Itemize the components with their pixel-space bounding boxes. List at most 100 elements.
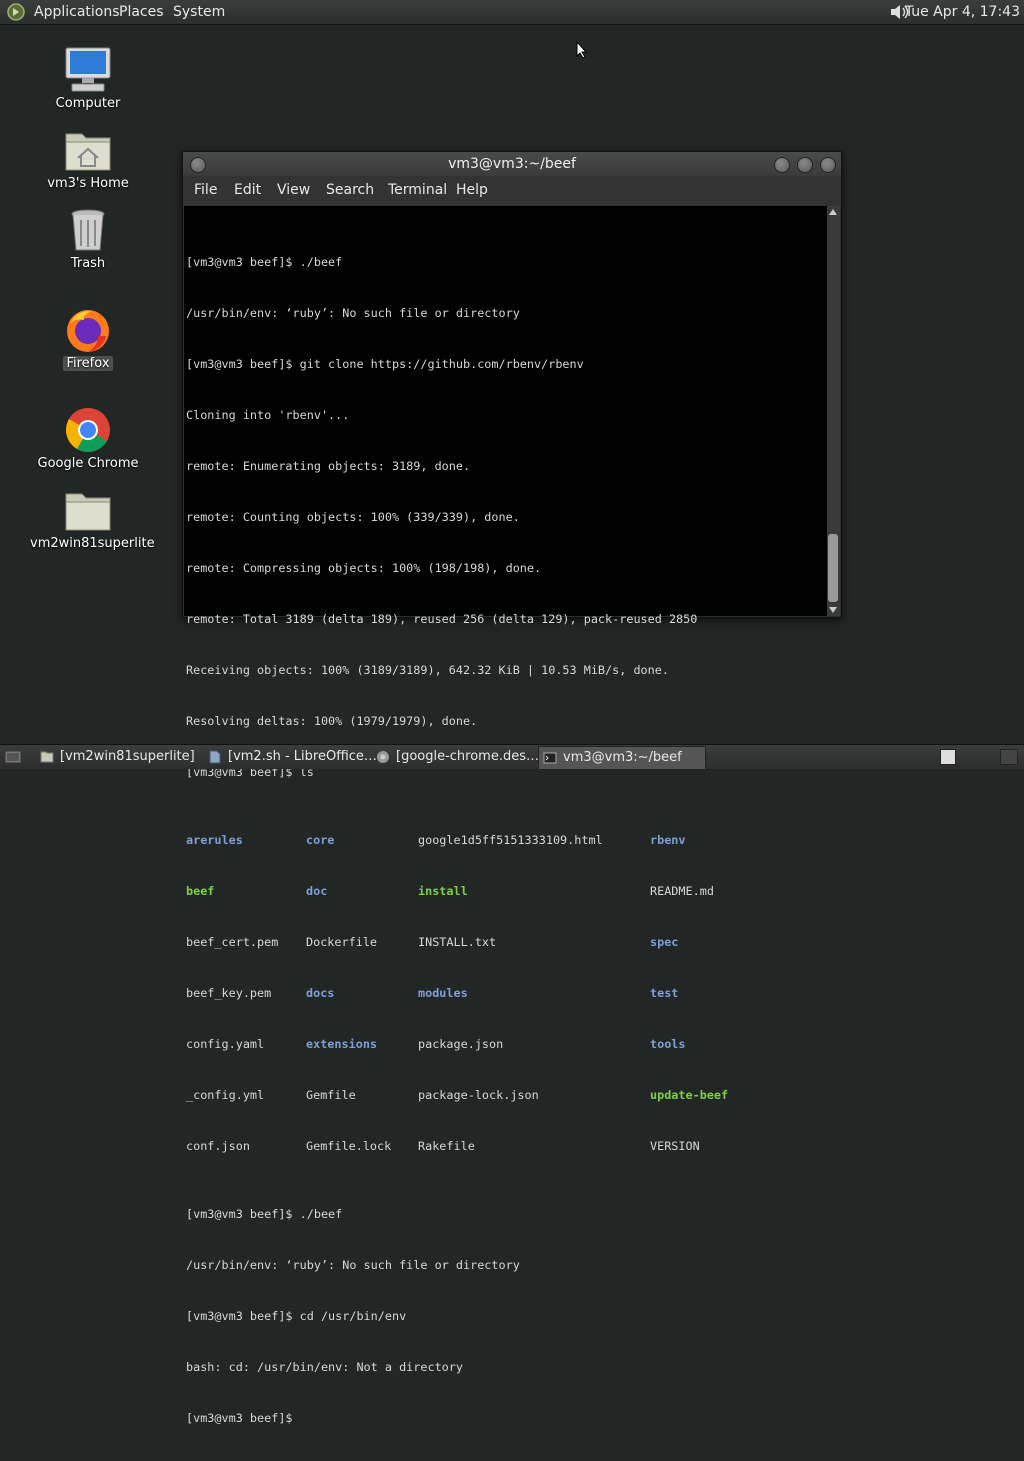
ls-entry: Rakefile [418,1139,475,1153]
ls-entry: INSTALL.txt [418,935,497,949]
ls-entry: beef_cert.pem [186,935,279,949]
ls-entry: _config.yml [186,1088,265,1102]
desktop-icon-trash[interactable]: Trash [28,206,148,271]
terminal-line: remote: Total 3189 (delta 189), reused 2… [186,612,698,626]
ls-entry: core [306,833,335,847]
menu-view[interactable]: View [277,182,310,198]
menu-file[interactable]: File [194,182,217,198]
scroll-down-arrow-icon[interactable] [829,607,837,613]
show-desktop-icon[interactable] [4,749,22,765]
menu-edit[interactable]: Edit [234,182,261,198]
ls-entry: package.json [418,1037,504,1051]
terminal-line: [vm3@vm3 beef]$ ./beef [186,255,343,269]
task-label: [google-chrome.des… [396,749,539,764]
ls-entry: docs [306,986,335,1000]
places-menu[interactable]: Places [119,3,164,21]
desktop-icon-home[interactable]: vm3's Home [28,126,148,191]
terminal-icon [543,752,557,764]
terminal-output[interactable]: [vm3@vm3 beef]$ ./beef /usr/bin/env: ‘ru… [184,206,827,1425]
ls-entry: test [650,986,679,1000]
terminal-line: [vm3@vm3 beef]$ git clone https://github… [186,357,584,371]
ls-row: beef_cert.pem Dockerfile INSTALL.txt spe… [186,934,697,951]
terminal-line: /usr/bin/env: ‘ruby’: No such file or di… [186,1258,520,1272]
desktop-icon-computer[interactable]: Computer [28,46,148,111]
menu-search[interactable]: Search [326,182,374,198]
terminal-line: remote: Counting objects: 100% (339/339)… [186,510,520,524]
ls-entry: Dockerfile [306,935,378,949]
ls-entry: beef_key.pem [186,986,272,1000]
desktop-icon-label: Google Chrome [37,456,139,471]
ls-entry: README.md [650,884,714,898]
ls-row: _config.yml Gemfile package-lock.json up… [186,1087,728,1104]
ls-entry: conf.json [186,1139,250,1153]
terminal-line: bash: cd: /usr/bin/env: Not a directory [186,1360,463,1374]
ls-entry: Gemfile.lock [306,1139,392,1153]
desktop-icon-label: vm3's Home [47,176,129,191]
minimize-button[interactable] [774,157,790,173]
task-label: [vm2.sh - LibreOffice… [228,749,377,764]
terminal-line: /usr/bin/env: ‘ruby’: No such file or di… [186,306,520,320]
mouse-cursor-icon [576,41,588,59]
terminal-line: Receiving objects: 100% (3189/3189), 642… [186,663,669,677]
bottom-panel: [vm2win81superlite] [vm2.sh - LibreOffic… [0,744,1024,770]
window-title: vm3@vm3:~/beef [448,156,576,172]
desktop-icon-label: Trash [70,256,106,271]
task-label: vm3@vm3:~/beef [563,750,682,765]
ls-entry: Gemfile [306,1088,356,1102]
task-terminal[interactable]: vm3@vm3:~/beef [538,746,706,770]
terminal-prompt[interactable]: [vm3@vm3 beef]$ [186,1410,697,1427]
workspace-switcher-2[interactable] [1000,749,1018,765]
terminal-window[interactable]: vm3@vm3:~/beef File Edit View Search Ter… [182,151,842,1425]
applications-menu[interactable]: Applications [34,3,120,21]
ls-entry: tools [650,1037,686,1051]
task-google-chrome[interactable]: [google-chrome.des… [372,746,539,768]
folder-icon [65,493,111,531]
desktop-icon-label: Computer [55,96,121,111]
scrollbar-thumb[interactable] [828,534,838,602]
firefox-icon [67,310,109,352]
desktop-icon-chrome[interactable]: Google Chrome [28,406,148,471]
ls-row: beef doc install README.md [186,883,714,900]
clock[interactable]: Tue Apr 4, 17:43 [905,3,1020,21]
desktop-icon-label: vm2win81superlite [30,536,155,551]
chrome-icon [66,408,110,452]
menu-help[interactable]: Help [456,182,488,198]
terminal-line: Cloning into 'rbenv'... [186,408,350,422]
menu-terminal[interactable]: Terminal [388,182,447,198]
ls-entry: beef [186,884,215,898]
computer-icon [65,47,111,92]
close-button[interactable] [820,157,836,173]
desktop-icon-firefox[interactable]: Firefox [28,306,148,371]
ls-row: beef_key.pem docs modules test [186,985,697,1002]
ls-entry: doc [306,884,328,898]
window-titlebar[interactable]: vm3@vm3:~/beef [183,152,841,176]
desktop-icon-vm2win81superlite[interactable]: vm2win81superlite [28,486,155,551]
terminal-scrollbar[interactable] [827,206,840,616]
ls-entry: spec [650,935,679,949]
ls-row: arerules core google1d5ff5151333109.html… [186,832,697,849]
scroll-up-arrow-icon[interactable] [829,209,837,215]
workspace-switcher[interactable] [940,749,956,765]
terminal-line: remote: Compressing objects: 100% (198/1… [186,561,542,575]
ls-entry: arerules [186,833,243,847]
ls-entry: extensions [306,1037,378,1051]
window-menu-button[interactable] [190,157,206,173]
task-vm2win81superlite[interactable]: [vm2win81superlite] [36,746,195,768]
terminal-line: [vm3@vm3 beef]$ cd /usr/bin/env [186,1309,407,1323]
gnome-foot-icon[interactable] [6,2,26,22]
ls-entry: VERSION [650,1139,700,1153]
chrome-icon [377,751,389,763]
system-menu[interactable]: System [173,3,225,21]
maximize-button[interactable] [797,157,813,173]
ls-row: conf.json Gemfile.lock Rakefile VERSION [186,1138,700,1155]
task-libreoffice[interactable]: [vm2.sh - LibreOffice… [204,746,377,768]
trash-icon [71,209,105,251]
terminal-line: remote: Enumerating objects: 3189, done. [186,459,471,473]
ls-entry: google1d5ff5151333109.html [418,833,603,847]
ls-entry: rbenv [650,833,686,847]
ls-row: config.yaml extensions package.json tool… [186,1036,697,1053]
home-folder-icon [65,133,111,171]
document-icon [209,750,221,764]
terminal-text: [vm3@vm3 beef]$ ./beef /usr/bin/env: ‘ru… [186,220,728,1461]
folder-icon [40,751,54,763]
